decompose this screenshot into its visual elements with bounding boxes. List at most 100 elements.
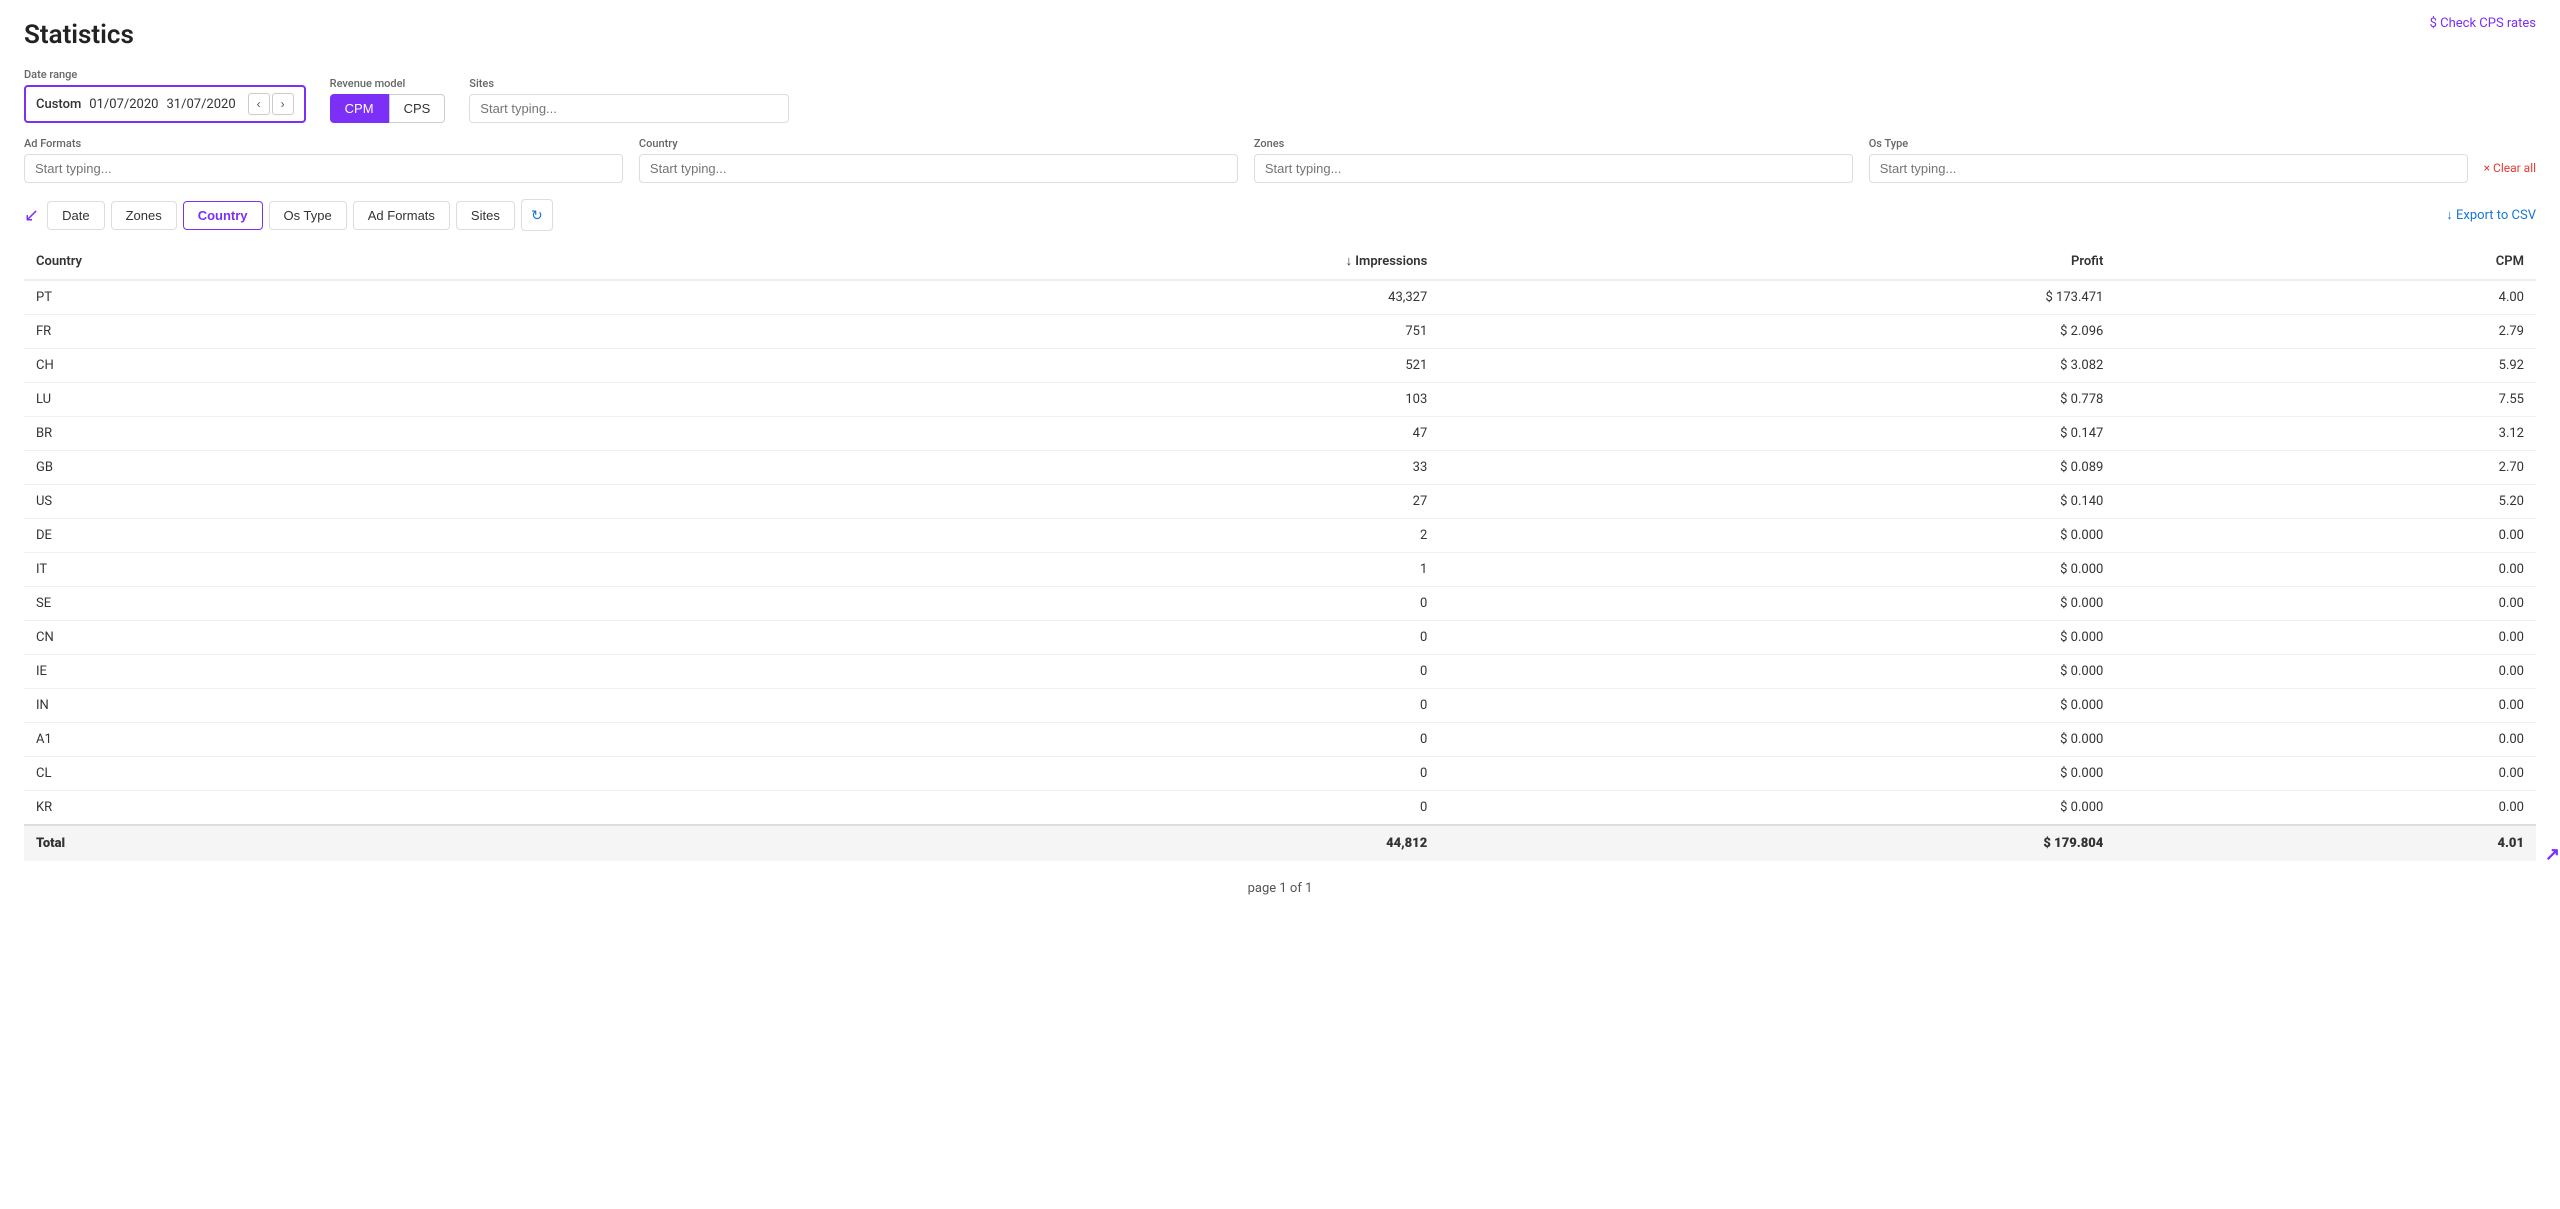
- zones-input[interactable]: [1254, 154, 1853, 183]
- cell-cpm: 5.92: [2115, 349, 2536, 383]
- zones-filter: Zones: [1254, 137, 1853, 183]
- cell-country: FR: [24, 315, 588, 349]
- total-cpm: 4.01 ↗: [2115, 825, 2536, 861]
- tab-sites[interactable]: Sites: [456, 201, 515, 230]
- table-row: KR 0 $ 0.000 0.00: [24, 791, 2536, 826]
- sites-filter: Sites: [469, 77, 2536, 123]
- country-label: Country: [639, 137, 1238, 150]
- cell-cpm: 3.12: [2115, 417, 2536, 451]
- tab-country[interactable]: Country: [183, 201, 263, 230]
- cell-profit: $ 2.096: [1439, 315, 2115, 349]
- cell-impressions: 2: [588, 519, 1439, 553]
- cell-impressions: 0: [588, 757, 1439, 791]
- zones-label: Zones: [1254, 137, 1853, 150]
- tabs-row: ↙ Date Zones Country Os Type Ad Formats …: [24, 199, 2536, 231]
- table-row: SE 0 $ 0.000 0.00: [24, 587, 2536, 621]
- export-csv-button[interactable]: ↓ Export to CSV: [2446, 207, 2536, 223]
- date-prev-button[interactable]: ‹: [248, 93, 270, 115]
- col-country: Country: [24, 243, 588, 280]
- table-total-row: Total 44,812 $ 179.804 4.01 ↗: [24, 825, 2536, 861]
- cell-impressions: 0: [588, 655, 1439, 689]
- table-row: IT 1 $ 0.000 0.00: [24, 553, 2536, 587]
- cell-cpm: 0.00: [2115, 791, 2536, 826]
- col-impressions[interactable]: ↓ Impressions: [588, 243, 1439, 280]
- cell-profit: $ 0.000: [1439, 791, 2115, 826]
- date-next-button[interactable]: ›: [272, 93, 294, 115]
- sites-label: Sites: [469, 77, 2536, 90]
- tab-zones[interactable]: Zones: [111, 201, 177, 230]
- cell-country: GB: [24, 451, 588, 485]
- sites-input[interactable]: [469, 94, 789, 123]
- date-nav: ‹ ›: [248, 93, 294, 115]
- table-row: CN 0 $ 0.000 0.00: [24, 621, 2536, 655]
- pagination-info: page 1 of 1: [24, 861, 2536, 916]
- cell-impressions: 0: [588, 791, 1439, 826]
- cell-cpm: 0.00: [2115, 723, 2536, 757]
- cell-impressions: 33: [588, 451, 1439, 485]
- col-cpm: CPM: [2115, 243, 2536, 280]
- cell-cpm: 0.00: [2115, 655, 2536, 689]
- cell-profit: $ 173.471: [1439, 280, 2115, 315]
- date-start: 01/07/2020: [89, 97, 158, 112]
- cell-impressions: 0: [588, 689, 1439, 723]
- cell-profit: $ 0.000: [1439, 519, 2115, 553]
- check-cps-link[interactable]: $ Check CPS rates: [2430, 16, 2536, 31]
- cell-country: IE: [24, 655, 588, 689]
- cell-country: CN: [24, 621, 588, 655]
- cell-country: US: [24, 485, 588, 519]
- statistics-table-wrap: Country ↓ Impressions Profit CPM PT 43,3…: [24, 243, 2536, 861]
- cell-profit: $ 0.000: [1439, 553, 2115, 587]
- ad-formats-filter: Ad Formats: [24, 137, 623, 183]
- cell-profit: $ 0.000: [1439, 587, 2115, 621]
- cell-impressions: 27: [588, 485, 1439, 519]
- cell-cpm: 0.00: [2115, 587, 2536, 621]
- cell-profit: $ 0.000: [1439, 655, 2115, 689]
- tab-date[interactable]: Date: [47, 201, 104, 230]
- cell-country: PT: [24, 280, 588, 315]
- table-row: CH 521 $ 3.082 5.92: [24, 349, 2536, 383]
- tab-os-type[interactable]: Os Type: [269, 201, 347, 230]
- cps-button[interactable]: CPS: [389, 94, 446, 123]
- cell-cpm: 2.79: [2115, 315, 2536, 349]
- tab-arrow-indicator: ↙: [24, 205, 39, 226]
- cell-profit: $ 0.000: [1439, 621, 2115, 655]
- date-range-label: Date range: [24, 68, 306, 81]
- total-impressions: 44,812: [588, 825, 1439, 861]
- cell-cpm: 7.55: [2115, 383, 2536, 417]
- cell-cpm: 0.00: [2115, 757, 2536, 791]
- table-row: LU 103 $ 0.778 7.55: [24, 383, 2536, 417]
- table-row: BR 47 $ 0.147 3.12: [24, 417, 2536, 451]
- cell-impressions: 0: [588, 723, 1439, 757]
- table-row: US 27 $ 0.140 5.20: [24, 485, 2536, 519]
- cell-impressions: 0: [588, 621, 1439, 655]
- cell-profit: $ 0.000: [1439, 757, 2115, 791]
- country-input[interactable]: [639, 154, 1238, 183]
- cell-profit: $ 0.000: [1439, 689, 2115, 723]
- col-profit: Profit: [1439, 243, 2115, 280]
- cell-country: IN: [24, 689, 588, 723]
- cell-cpm: 5.20: [2115, 485, 2536, 519]
- cpm-button[interactable]: CPM: [330, 94, 389, 123]
- ad-formats-label: Ad Formats: [24, 137, 623, 150]
- ad-formats-input[interactable]: [24, 154, 623, 183]
- cell-impressions: 43,327: [588, 280, 1439, 315]
- cell-impressions: 103: [588, 383, 1439, 417]
- table-row: IE 0 $ 0.000 0.00: [24, 655, 2536, 689]
- os-type-label: Os Type: [1869, 137, 2468, 150]
- table-row: A1 0 $ 0.000 0.00: [24, 723, 2536, 757]
- cell-profit: $ 0.147: [1439, 417, 2115, 451]
- table-row: CL 0 $ 0.000 0.00: [24, 757, 2536, 791]
- os-type-input[interactable]: [1869, 154, 2468, 183]
- date-range-box[interactable]: Custom 01/07/2020 31/07/2020 ‹ ›: [24, 85, 306, 123]
- cell-profit: $ 0.089: [1439, 451, 2115, 485]
- clear-all-button[interactable]: × Clear all: [2484, 161, 2536, 175]
- refresh-button[interactable]: ↻: [521, 199, 553, 231]
- cell-country: DE: [24, 519, 588, 553]
- os-type-filter: Os Type: [1869, 137, 2468, 183]
- tab-ad-formats[interactable]: Ad Formats: [353, 201, 450, 230]
- filters-row2: Ad Formats Country Zones Os Type × Clear…: [24, 137, 2536, 183]
- cell-cpm: 2.70: [2115, 451, 2536, 485]
- date-preset: Custom: [36, 97, 81, 112]
- cell-impressions: 47: [588, 417, 1439, 451]
- cell-cpm: 0.00: [2115, 519, 2536, 553]
